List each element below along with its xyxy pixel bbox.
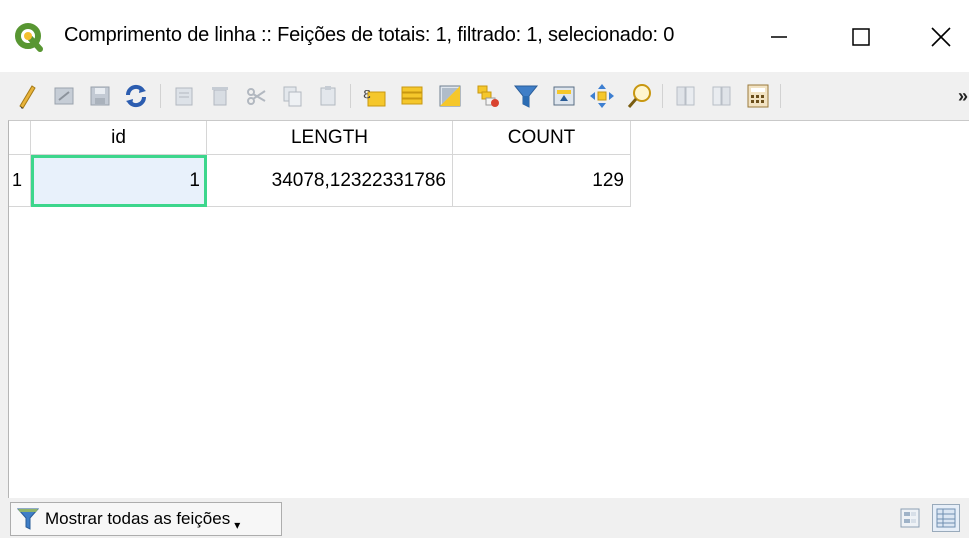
delete-field-button[interactable] xyxy=(706,80,738,112)
attribute-table-window: Comprimento de linha :: Feições de totai… xyxy=(0,0,969,538)
move-selection-top-button[interactable] xyxy=(548,80,580,112)
zoom-to-selection-button[interactable] xyxy=(624,80,656,112)
show-features-filter-button[interactable]: Mostrar todas as feições ▾ xyxy=(10,502,282,536)
column-header-length[interactable]: LENGTH xyxy=(207,121,453,155)
svg-text:ε: ε xyxy=(363,84,371,102)
cell-id[interactable]: 1 xyxy=(31,155,207,207)
save-edits-button[interactable] xyxy=(84,80,116,112)
pan-to-selection-icon xyxy=(590,84,614,108)
maximize-button[interactable] xyxy=(838,14,884,60)
toolbar-overflow-button[interactable]: » xyxy=(958,86,968,107)
form-view-button[interactable] xyxy=(896,504,924,532)
title-bar[interactable]: Comprimento de linha :: Feições de totai… xyxy=(0,0,969,72)
delete-features-icon xyxy=(212,87,228,106)
maximize-icon xyxy=(852,28,870,46)
filter-select-button[interactable] xyxy=(510,80,542,112)
minimize-button[interactable] xyxy=(756,14,802,60)
form-view-icon xyxy=(900,508,920,528)
pan-to-selection-button[interactable] xyxy=(586,80,618,112)
table-corner[interactable] xyxy=(9,121,31,155)
cut-button[interactable] xyxy=(240,80,272,112)
add-feature-icon xyxy=(175,87,193,106)
select-all-button[interactable] xyxy=(396,80,428,112)
toggle-multi-edit-icon xyxy=(54,87,74,105)
table-view-button[interactable] xyxy=(932,504,960,532)
copy-button[interactable] xyxy=(276,80,308,112)
zoom-to-selection-icon xyxy=(627,84,651,108)
toggle-editing-button[interactable] xyxy=(10,80,42,112)
cut-icon xyxy=(247,88,266,105)
deselect-all-icon xyxy=(477,85,499,107)
minimize-icon xyxy=(771,36,787,38)
column-header-id[interactable]: id xyxy=(31,121,207,155)
move-selection-top-icon xyxy=(553,86,575,106)
new-field-button[interactable] xyxy=(670,80,702,112)
toggle-editing-icon xyxy=(19,85,36,109)
dropdown-caret-icon: ▾ xyxy=(234,518,241,532)
new-field-icon xyxy=(676,86,695,106)
cell-length[interactable]: 34078,12322331786 xyxy=(207,155,453,207)
field-calculator-button[interactable] xyxy=(742,80,774,112)
delete-features-button[interactable] xyxy=(204,80,236,112)
filter-icon xyxy=(17,508,39,530)
reload-table-icon xyxy=(125,84,147,108)
attribute-table[interactable]: id LENGTH COUNT 1 1 34078,12322331786 12… xyxy=(8,120,969,498)
row-header[interactable]: 1 xyxy=(9,155,31,207)
qgis-icon xyxy=(14,22,44,52)
close-icon xyxy=(931,27,951,47)
add-feature-button[interactable] xyxy=(168,80,200,112)
deselect-all-button[interactable] xyxy=(472,80,504,112)
toggle-multi-edit-button[interactable] xyxy=(48,80,80,112)
table-view-icon xyxy=(936,508,956,528)
reload-table-button[interactable] xyxy=(120,80,152,112)
expression-select-icon: ε xyxy=(363,84,386,107)
invert-selection-icon xyxy=(439,85,461,107)
delete-field-icon xyxy=(712,86,731,106)
select-all-icon xyxy=(401,86,423,105)
paste-icon xyxy=(320,86,336,106)
window-title: Comprimento de linha :: Feições de totai… xyxy=(64,24,675,46)
copy-icon xyxy=(283,86,302,107)
paste-button[interactable] xyxy=(312,80,344,112)
attribute-table-toolbar: ε » xyxy=(0,72,969,120)
cell-count[interactable]: 129 xyxy=(453,155,631,207)
expression-select-button[interactable]: ε xyxy=(358,80,390,112)
invert-selection-button[interactable] xyxy=(434,80,466,112)
save-edits-icon xyxy=(90,86,110,106)
filter-select-icon xyxy=(513,85,539,108)
column-header-count[interactable]: COUNT xyxy=(453,121,631,155)
field-calculator-icon xyxy=(747,84,769,108)
bottom-bar: Mostrar todas as feições ▾ xyxy=(0,498,969,538)
close-button[interactable] xyxy=(918,14,964,60)
filter-label: Mostrar todas as feições xyxy=(45,509,231,528)
